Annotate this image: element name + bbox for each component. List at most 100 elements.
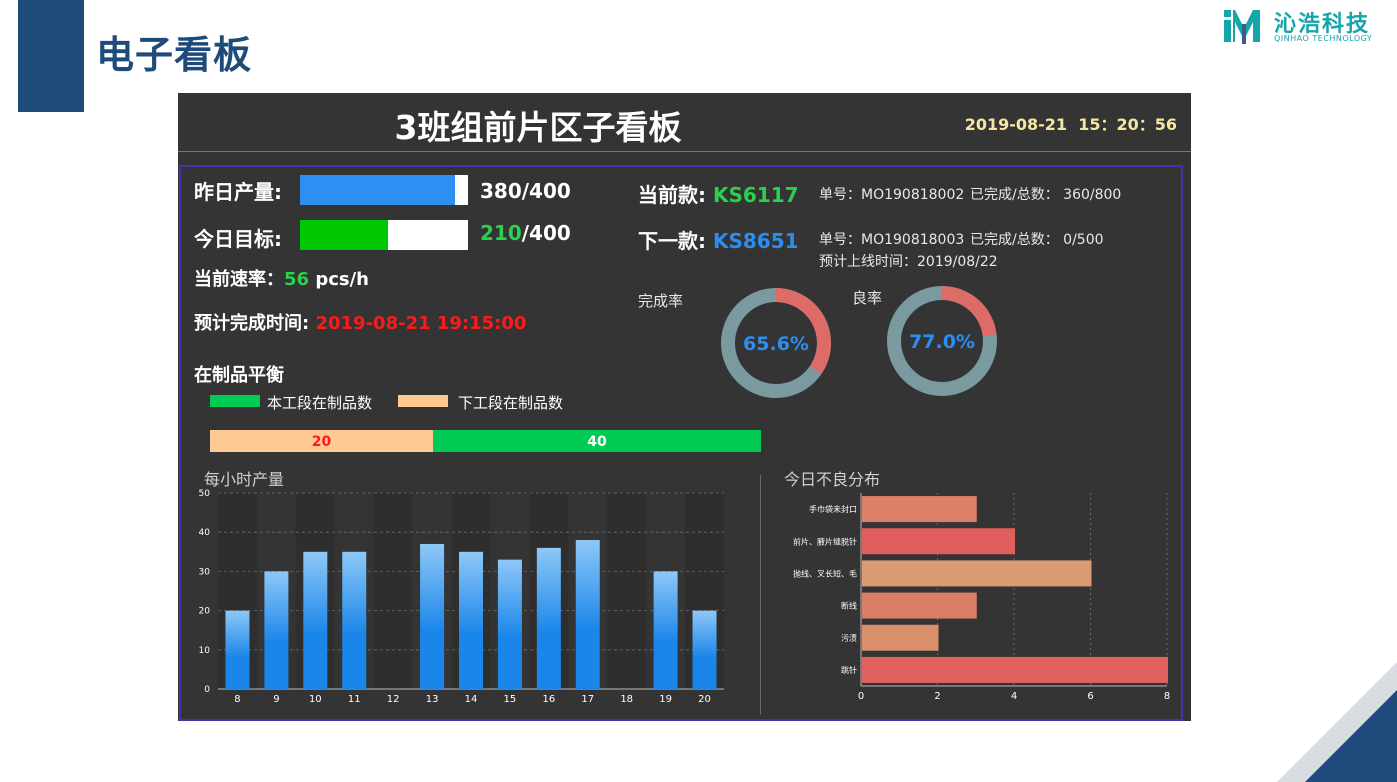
rate-value: 56 — [284, 269, 310, 290]
yield-rate-label: 良率 — [852, 289, 883, 307]
defect-category-label: 跳针 — [841, 665, 857, 675]
defect-distribution-title: 今日不良分布 — [784, 470, 881, 489]
hourly-y-tick-label: 30 — [199, 567, 211, 577]
hourly-x-tick-label: 14 — [465, 694, 478, 705]
hourly-y-tick-label: 40 — [199, 528, 211, 538]
hourly-x-tick-label: 13 — [426, 694, 439, 705]
corner-decoration — [1277, 662, 1397, 782]
current-style-label: 当前款: — [638, 183, 706, 207]
board-datetime: 2019-08-21 15：20：56 — [964, 115, 1177, 134]
hourly-x-tick-label: 16 — [542, 694, 555, 705]
hourly-bar — [459, 551, 483, 689]
today-done: 210 — [480, 221, 522, 245]
defect-category-label: 手巾袋未封口 — [809, 504, 857, 514]
hourly-band-bg — [607, 493, 647, 689]
eta-label: 预计完成时间: — [194, 313, 310, 334]
yield-rate-value: 77.0% — [909, 331, 975, 353]
hourly-bar — [536, 547, 561, 689]
defect-category-label: 断线 — [841, 601, 857, 611]
yesterday-output-label: 昨日产量: — [194, 180, 282, 204]
estimated-finish: 预计完成时间: 2019-08-21 19:15:00 — [194, 309, 526, 335]
next-order-number: 单号：MO190818003 — [819, 232, 965, 248]
board-title: 3班组前片区子看板 — [394, 108, 682, 147]
wip-next-value: 20 — [312, 434, 332, 450]
wip-legend-current-label: 本工段在制品数 — [267, 394, 373, 412]
hourly-x-tick-label: 18 — [620, 694, 633, 705]
hourly-y-tick-label: 10 — [199, 646, 211, 656]
hourly-x-tick-label: 15 — [504, 694, 517, 705]
defect-bar — [862, 592, 977, 619]
chart-divider — [760, 475, 761, 715]
defect-x-tick-label: 0 — [858, 691, 864, 702]
defect-x-tick-label: 6 — [1087, 691, 1093, 702]
wip-legend-next-label: 下工段在制品数 — [458, 394, 564, 412]
brand-subtitle: QINHAO TECHNOLOGY — [1274, 34, 1373, 43]
hourly-y-tick-label: 0 — [204, 685, 210, 695]
current-style: 当前款: KS6117 — [638, 179, 799, 208]
next-style-label: 下一款: — [638, 229, 706, 253]
hourly-y-tick-label: 20 — [199, 607, 211, 617]
defect-x-tick-label: 2 — [934, 691, 940, 702]
next-order-progress: 已完成/总数： 0/500 — [970, 232, 1104, 248]
completion-rate-label: 完成率 — [638, 292, 684, 310]
hourly-bar — [497, 559, 522, 689]
hourly-bar — [420, 543, 445, 689]
brand: 沁浩科技 QINHAO TECHNOLOGY — [1222, 4, 1392, 46]
hourly-x-tick-label: 9 — [273, 694, 279, 705]
yesterday-output-value: 380/400 — [480, 179, 571, 203]
hourly-x-tick-label: 12 — [387, 694, 400, 705]
completion-rate-gauge: 65.6% — [721, 288, 831, 398]
defect-category-label: 抛线、叉长短、毛 — [793, 568, 857, 578]
next-style-code: KS8651 — [712, 229, 799, 253]
rate-label: 当前速率： — [194, 269, 284, 290]
today-total: /400 — [521, 221, 571, 245]
eta-value: 2019-08-21 19:15:00 — [315, 313, 527, 334]
defect-bar — [862, 656, 1168, 683]
hourly-bar — [225, 610, 250, 689]
wip-balance-bar: 20 40 — [210, 430, 761, 452]
current-order-number: 单号：MO190818002 — [819, 187, 965, 203]
defect-category-label: 污渍 — [841, 633, 857, 643]
hourly-y-tick-label: 50 — [199, 489, 211, 499]
today-target-value: 210/400 — [480, 221, 571, 245]
hourly-x-tick-label: 8 — [234, 694, 240, 705]
yesterday-total: /400 — [521, 179, 571, 203]
completion-rate-value: 65.6% — [743, 333, 809, 355]
today-target-label: 今日目标: — [194, 227, 282, 251]
wip-legend-current-swatch — [210, 395, 260, 407]
brand-logo-icon — [1224, 10, 1260, 44]
hourly-x-tick-label: 11 — [348, 694, 361, 705]
hourly-output-chart: 0 10 20 30 40 50 8 9 10 11 12 13 14 15 16 17 18 19 20 — [199, 489, 724, 705]
yield-rate-gauge: 77.0% — [887, 286, 997, 396]
rate-unit: pcs/h — [309, 269, 369, 290]
hourly-band-bg — [373, 493, 413, 689]
current-style-code: KS6117 — [712, 183, 799, 207]
header-divider — [178, 151, 1191, 152]
defect-distribution-chart: 0 2 4 6 8 手巾袋未封口前片、腋片缝脱针抛线、叉长短、毛断线污渍跳针 — [793, 493, 1170, 702]
yesterday-done: 380 — [480, 179, 522, 203]
defect-category-label: 前片、腋片缝脱针 — [793, 536, 857, 546]
current-rate: 当前速率：56 pcs/h — [194, 265, 369, 291]
defect-x-tick-label: 8 — [1164, 691, 1170, 702]
hourly-bar — [303, 551, 328, 689]
defect-x-tick-label: 4 — [1011, 691, 1017, 702]
slide-title: 电子看板 — [96, 33, 253, 77]
hourly-x-tick-label: 20 — [698, 694, 711, 705]
next-online-eta: 预计上线时间：2019/08/22 — [819, 254, 998, 270]
hourly-bar — [575, 540, 600, 689]
dashboard-board: 3班组前片区子看板 2019-08-21 15：20：56 昨日产量: 380/… — [178, 93, 1191, 721]
yesterday-progress-fill — [300, 175, 455, 205]
hourly-bar — [653, 571, 678, 689]
next-style: 下一款: KS8651 — [638, 225, 799, 254]
hourly-x-tick-label: 19 — [659, 694, 672, 705]
hourly-x-tick-label: 17 — [581, 694, 594, 705]
wip-balance-title: 在制品平衡 — [194, 365, 284, 386]
hourly-x-tick-label: 10 — [309, 694, 322, 705]
defect-bar — [862, 528, 1015, 555]
hourly-bar — [692, 610, 717, 689]
yesterday-progress-bar — [300, 175, 468, 205]
hourly-bar — [264, 571, 289, 689]
wip-current-value: 40 — [587, 434, 607, 450]
current-order-progress: 已完成/总数： 360/800 — [970, 187, 1122, 203]
defect-bar — [862, 496, 977, 523]
